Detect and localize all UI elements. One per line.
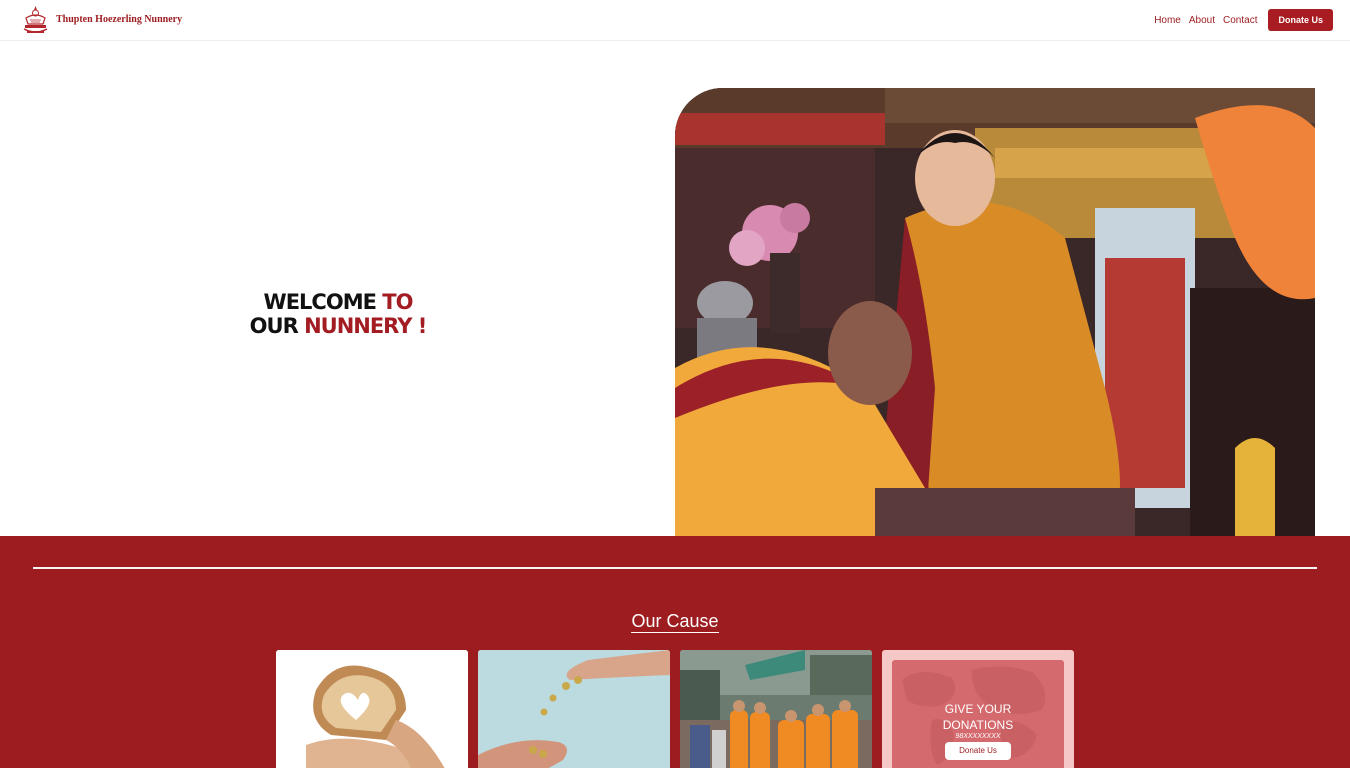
cause-card-monks[interactable]	[680, 650, 872, 768]
hero-photo-monks-ceremony	[675, 88, 1315, 536]
donation-phone: 98XXXXXXXX	[955, 733, 1001, 740]
navbar: Thupten Hoezerling Nunnery Home About Co…	[0, 0, 1350, 41]
donations-label: DONATIONS	[942, 718, 1014, 732]
brand-name[interactable]: Thupten Hoezerling Nunnery	[56, 14, 182, 25]
hero-word-to: TO	[382, 290, 413, 314]
donate-button[interactable]: Donate Us	[1268, 9, 1333, 31]
nav-about-link[interactable]: About	[1189, 15, 1215, 26]
hands-coins-image	[478, 650, 670, 768]
give-your-label: GIVE YOUR	[944, 702, 1012, 716]
nav-links: Home About Contact Donate Us	[1146, 9, 1333, 31]
nunnery-logo[interactable]	[21, 4, 50, 37]
hero-word-welcome: WELCOME	[263, 290, 377, 314]
section-divider	[33, 567, 1317, 569]
nav-home-link[interactable]: Home	[1154, 15, 1181, 26]
cause-card-food[interactable]	[276, 650, 468, 768]
hero-heading: WELCOME TO OUR NUNNERY !	[200, 290, 476, 338]
hero-word-our: OUR	[249, 314, 299, 338]
cause-card-money[interactable]	[478, 650, 670, 768]
give-donations-text: GIVE YOUR DONATIONS	[892, 701, 1064, 733]
nav-contact-link[interactable]: Contact	[1223, 15, 1257, 26]
our-cause-section: Our Cause GIVE YOUR DONATIONS 98XXXXXXXX…	[0, 536, 1350, 768]
donation-card-panel: GIVE YOUR DONATIONS 98XXXXXXXX Donate Us	[892, 660, 1064, 768]
our-cause-title: Our Cause	[631, 611, 719, 633]
hero-word-nunnery: NUNNERY !	[304, 314, 427, 338]
our-cause-title-wrap: Our Cause	[0, 611, 1350, 633]
card-donate-button[interactable]: Donate Us	[945, 742, 1011, 760]
donation-card: GIVE YOUR DONATIONS 98XXXXXXXX Donate Us	[882, 650, 1074, 768]
bread-heart-image	[276, 650, 468, 768]
monks-street-image	[680, 650, 872, 768]
